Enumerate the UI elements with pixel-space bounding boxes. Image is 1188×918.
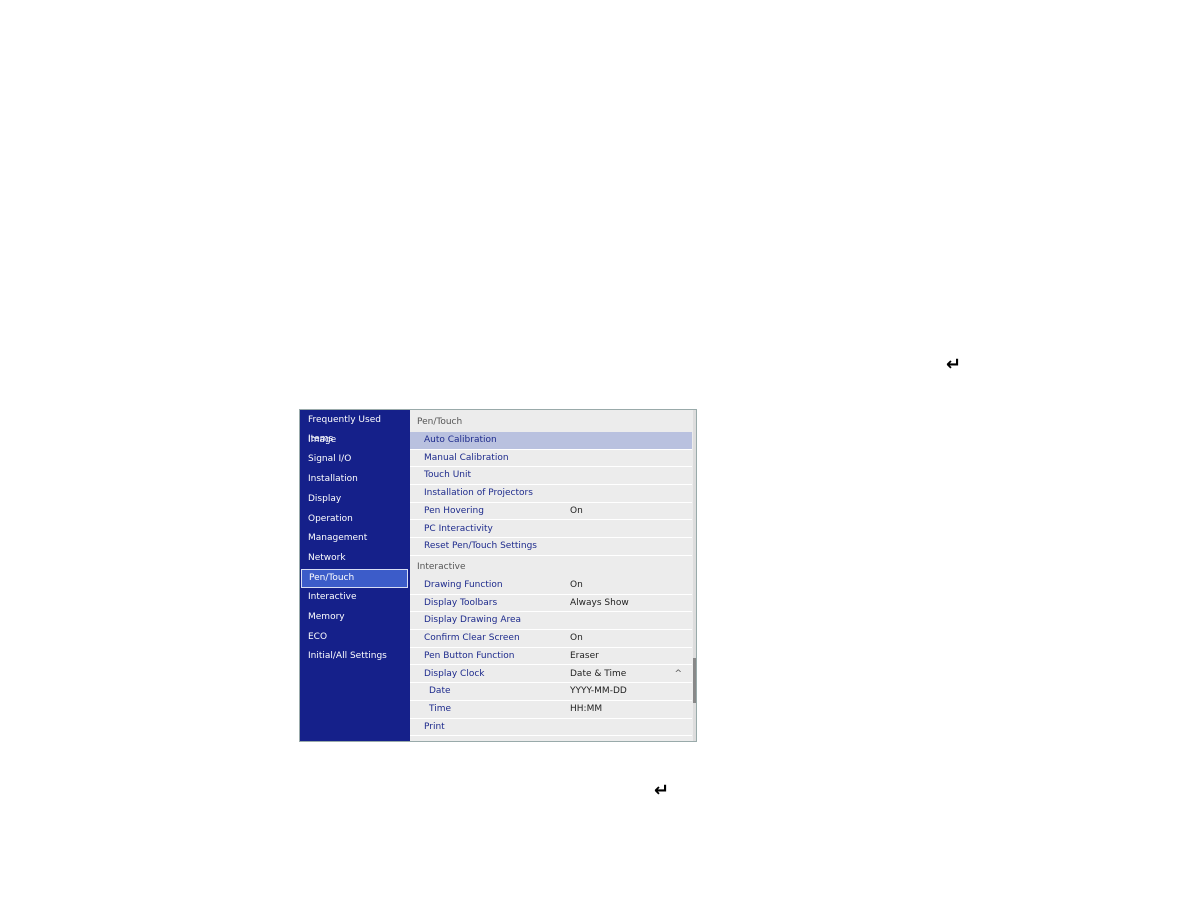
sidebar-item-installation[interactable]: Installation — [301, 470, 408, 489]
sidebar-item-network[interactable]: Network — [301, 549, 408, 568]
row-label: Date — [429, 686, 451, 697]
sidebar-item-interactive[interactable]: Interactive — [301, 588, 408, 607]
menu-row[interactable]: Installation of Projectors — [410, 485, 692, 503]
menu-row[interactable]: Time HH:MM — [410, 701, 692, 719]
menu-row[interactable]: Pen Button Function Eraser — [410, 648, 692, 666]
row-label: Display Drawing Area — [424, 615, 522, 626]
row-label: Installation of Projectors — [424, 488, 533, 499]
sidebar-item-frequently-used-items[interactable]: Frequently Used Items — [301, 411, 408, 444]
enter-icon: ↵ — [654, 780, 670, 801]
menu-row[interactable]: Reset Pen/Touch Settings — [410, 538, 692, 556]
menu-row[interactable]: Manual Calibration — [410, 450, 692, 468]
sidebar-item-eco[interactable]: ECO — [301, 628, 408, 647]
row-label: Display Clock — [424, 668, 485, 679]
row-label: Confirm Clear Screen — [424, 633, 520, 644]
menu-row[interactable]: Pen Hovering On — [410, 503, 692, 521]
menu-row[interactable]: Display Clock Date & Time ^ — [410, 666, 692, 684]
menu-row[interactable]: Display Toolbars Always Show — [410, 595, 692, 613]
sidebar-item-display[interactable]: Display — [301, 490, 408, 509]
sidebar-item-management[interactable]: Management — [301, 529, 408, 548]
menu-row[interactable]: PC Interactivity — [410, 521, 692, 539]
menu-row[interactable]: Touch Unit — [410, 467, 692, 486]
sidebar-item-image[interactable]: Image — [301, 431, 408, 450]
sidebar-item-initial-all-settings[interactable]: Initial/All Settings — [301, 647, 408, 666]
row-label: Time — [429, 703, 452, 714]
row-value: HH:MM — [570, 703, 603, 714]
sidebar-item-operation[interactable]: Operation — [301, 510, 408, 529]
section-header: Interactive — [417, 562, 466, 572]
menu-panel: Pen/Touch Auto Calibration Manual Calibrat… — [410, 410, 696, 741]
scrollbar[interactable] — [693, 410, 696, 741]
row-label: Pen Button Function — [424, 650, 515, 661]
scrollbar-thumb[interactable] — [693, 658, 696, 703]
sidebar-item-pen-touch[interactable]: Pen/Touch — [301, 568, 408, 588]
menu-row[interactable]: Display Drawing Area — [410, 612, 692, 631]
row-label: Drawing Function — [424, 580, 503, 590]
menu-row[interactable]: Date YYYY-MM-DD — [410, 683, 692, 701]
settings-menu: Frequently Used Items Image Signal I/O Inst… — [299, 409, 697, 742]
menu-row[interactable]: Drawing Function On — [410, 577, 692, 595]
row-label: Auto Calibration — [424, 435, 497, 445]
row-value: YYYY-MM-DD — [570, 686, 627, 697]
menu-row[interactable]: Confirm Clear Screen On — [410, 630, 692, 648]
menu-row[interactable]: Print — [410, 719, 692, 737]
row-label: Touch Unit — [424, 470, 472, 481]
row-label: Manual Calibration — [424, 452, 509, 463]
row-value: Eraser — [570, 650, 599, 661]
row-value: On — [570, 633, 583, 644]
section-header: Pen/Touch — [417, 417, 463, 427]
menu-sidebar: Frequently Used Items Image Signal I/O Inst… — [300, 410, 410, 741]
sidebar-item-memory[interactable]: Memory — [301, 608, 408, 627]
row-label: Pen Hovering — [424, 505, 484, 516]
row-value: On — [570, 505, 583, 516]
row-value: On — [570, 580, 583, 590]
enter-icon: ↵ — [946, 354, 962, 375]
row-label: Print — [424, 721, 445, 732]
row-value: Date & Time — [570, 668, 627, 679]
menu-row[interactable]: Auto Calibration — [410, 432, 692, 450]
row-label: Reset Pen/Touch Settings — [424, 541, 537, 552]
row-label: Display Toolbars — [424, 597, 498, 608]
row-label: PC Interactivity — [424, 523, 493, 534]
row-value: Always Show — [570, 597, 629, 608]
chevron-up-icon[interactable]: ^ — [674, 666, 682, 683]
sidebar-item-signal-i-o[interactable]: Signal I/O — [301, 450, 408, 469]
